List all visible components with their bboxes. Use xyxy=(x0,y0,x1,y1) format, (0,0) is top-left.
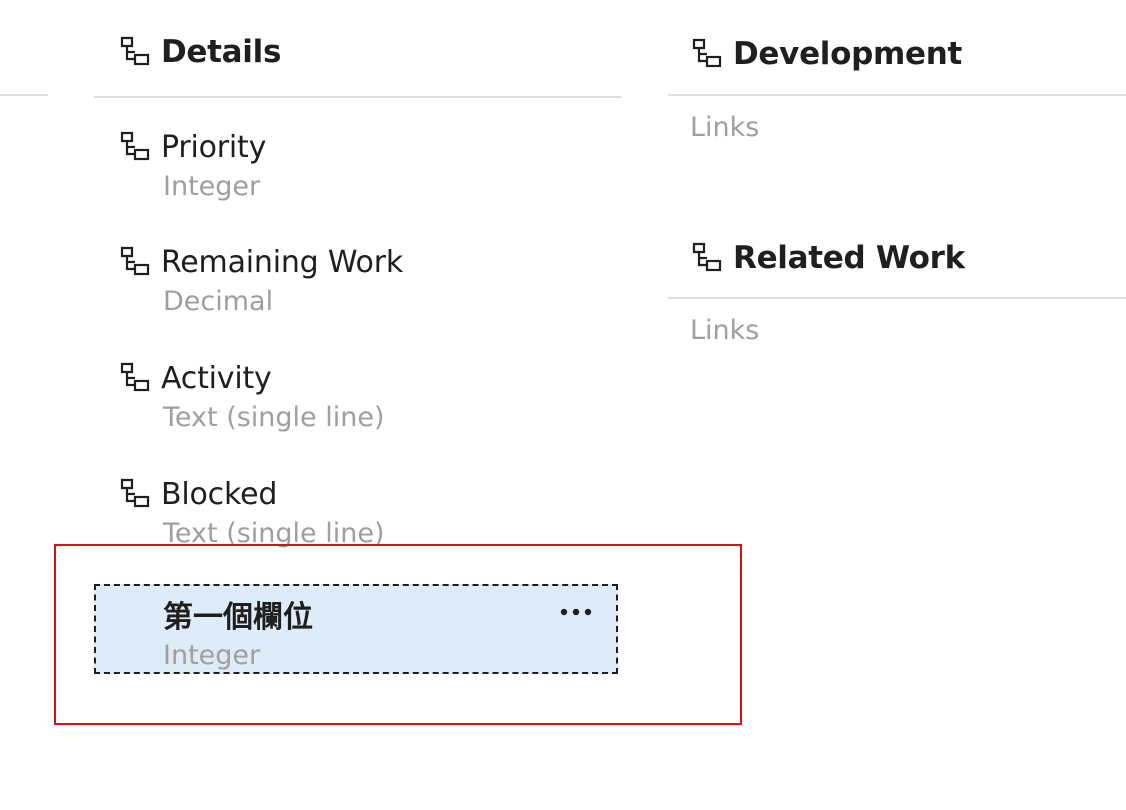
group-title-details: Details xyxy=(161,34,282,70)
field-blocked[interactable]: Blocked Text (single line) xyxy=(118,474,385,549)
layout-group-icon xyxy=(690,241,724,275)
divider xyxy=(668,297,1126,299)
layout-field-icon xyxy=(118,361,152,395)
field-type: Integer xyxy=(163,171,261,202)
group-title-related-work: Related Work xyxy=(733,240,965,276)
divider xyxy=(668,94,1126,96)
group-title-development: Development xyxy=(733,36,963,72)
divider xyxy=(0,94,48,96)
layout-field-icon xyxy=(118,477,152,511)
development-group-header[interactable]: Development xyxy=(690,36,962,72)
development-links-control[interactable]: Links xyxy=(690,112,759,143)
related-work-group-header[interactable]: Related Work xyxy=(690,240,965,276)
field-activity[interactable]: Activity Text (single line) xyxy=(118,358,385,433)
field-priority[interactable]: Priority Integer xyxy=(118,127,266,202)
field-name: Blocked xyxy=(161,476,278,512)
layout-editor: Details Priority Integer Remaining Work … xyxy=(0,0,1126,810)
related-work-links-control[interactable]: Links xyxy=(690,315,759,346)
field-name: Activity xyxy=(161,360,272,396)
layout-field-icon xyxy=(118,130,152,164)
field-name: Priority xyxy=(161,129,267,165)
field-type: Text (single line) xyxy=(163,402,385,433)
highlight-annotation xyxy=(54,544,742,725)
layout-field-icon xyxy=(118,245,152,279)
field-name: Remaining Work xyxy=(161,244,404,280)
divider xyxy=(94,96,621,98)
details-group-header[interactable]: Details xyxy=(118,34,281,70)
field-remaining-work[interactable]: Remaining Work Decimal xyxy=(118,242,403,317)
layout-group-icon xyxy=(690,37,724,71)
field-type: Decimal xyxy=(163,286,274,317)
layout-group-icon xyxy=(118,35,152,69)
